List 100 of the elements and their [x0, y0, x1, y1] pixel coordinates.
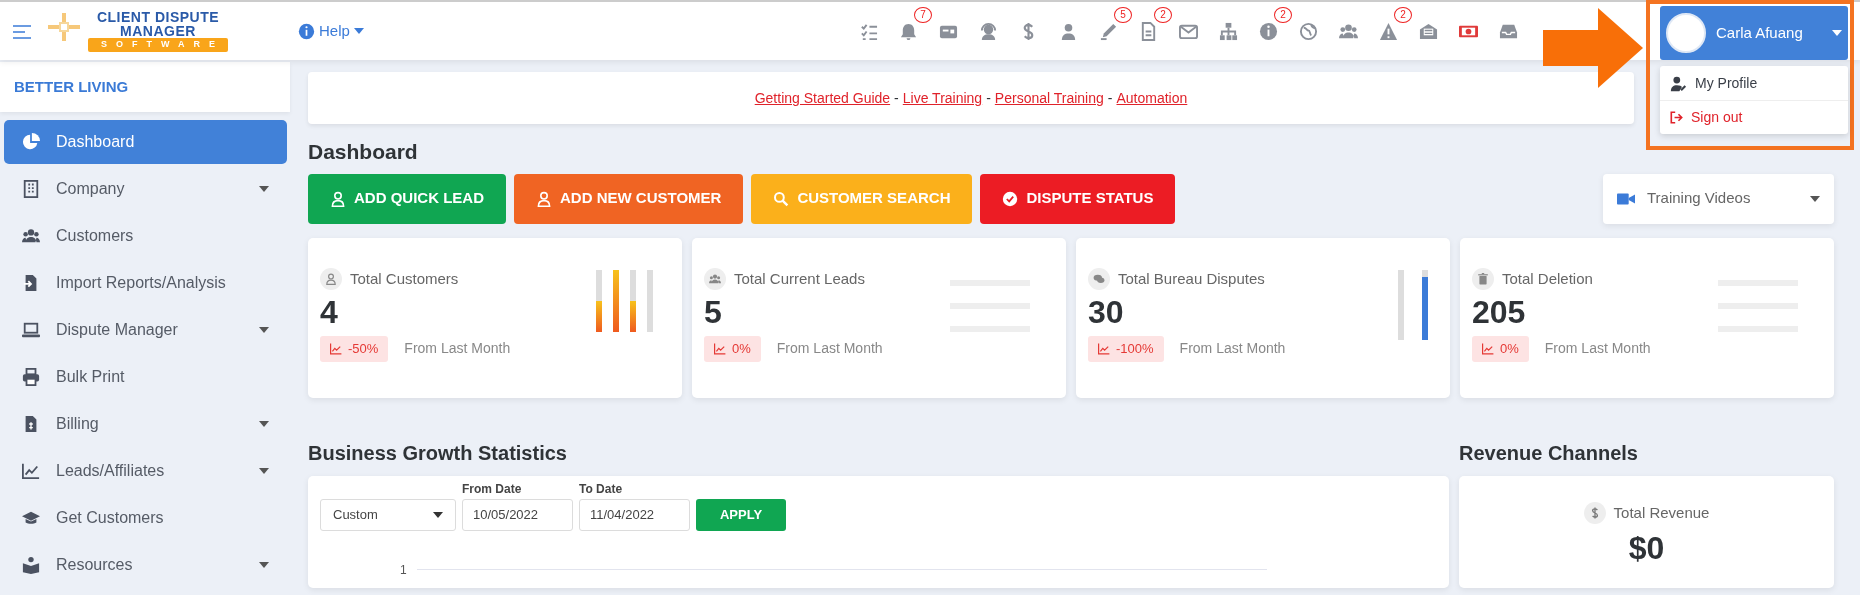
action-button[interactable]: ADD QUICK LEAD — [308, 173, 506, 224]
laptop-icon — [22, 321, 40, 339]
mini-bar-drawing — [596, 269, 654, 332]
section-title: Business Growth Statistics — [308, 440, 568, 466]
stat-value: 205 — [1472, 293, 1526, 332]
user-icon — [325, 272, 337, 285]
stat-note: From Last Month — [1179, 339, 1286, 359]
change-badge: 0% — [704, 336, 761, 362]
user-icon — [536, 190, 552, 207]
sidebar-item[interactable]: Customers — [4, 214, 287, 258]
stat-value: 4 — [320, 293, 338, 332]
to-date-field[interactable]: 11/04/2022 — [579, 498, 690, 531]
sidebar-item[interactable]: Leads/Affiliates — [4, 449, 287, 493]
change-badge: 0% — [1472, 336, 1529, 362]
training-videos-dropdown[interactable]: Training Videos — [1603, 173, 1834, 224]
line-chart-icon — [22, 462, 40, 480]
logo-text: MANAGER — [119, 24, 197, 39]
guide-link[interactable]: Personal Training — [994, 87, 1104, 109]
sidebar-item[interactable]: Company — [4, 167, 287, 211]
sidebar-item[interactable]: Billing — [4, 402, 287, 446]
stat-label: Total Current Leads — [734, 268, 865, 289]
range-select[interactable]: Custom — [320, 498, 456, 531]
caret-icon — [353, 28, 364, 34]
info-icon — [1258, 21, 1278, 41]
users-icon — [709, 272, 721, 285]
section-title: Revenue Channels — [1459, 440, 1639, 466]
printer-icon — [22, 368, 40, 386]
guide-link[interactable]: Automation — [1116, 87, 1188, 109]
stat-value: 30 — [1088, 293, 1124, 332]
pie-chart-icon — [22, 133, 40, 151]
profile-button[interactable]: Carla Afuang — [1660, 6, 1848, 60]
axis-label: 1 — [400, 561, 407, 579]
notification-badge: 2 — [1274, 7, 1292, 23]
sidebar-item[interactable]: Dashboard — [4, 120, 287, 164]
sidebar-item[interactable]: Get Customers — [4, 496, 287, 540]
pen-icon — [1098, 21, 1118, 41]
warning-icon — [1378, 21, 1398, 41]
notification-badge: 5 — [1114, 7, 1132, 23]
menu-item[interactable]: Sign out — [1660, 100, 1848, 134]
notification-badge: 2 — [1154, 7, 1172, 23]
user-edit-icon — [1670, 74, 1687, 92]
stat-label: Total Customers — [350, 268, 459, 289]
mini-bar-drawing — [1398, 269, 1428, 340]
trend-icon — [330, 342, 342, 355]
guide-link[interactable]: Getting Started Guide — [754, 87, 891, 109]
info-icon — [298, 22, 315, 40]
sidebar-item[interactable]: Resources — [4, 543, 287, 587]
page-title: Dashboard — [308, 139, 419, 165]
stat-note: From Last Month — [404, 339, 511, 359]
sidebar-item[interactable]: Bulk Print — [4, 355, 287, 399]
separator-text: - — [894, 88, 899, 108]
chat-icon — [1093, 272, 1105, 285]
users-icon — [1338, 21, 1358, 41]
graduation-cap-icon — [22, 509, 40, 527]
sitemap-icon — [1218, 21, 1238, 41]
sign-out-icon — [1670, 111, 1683, 124]
menu-icon — [12, 23, 32, 40]
logo-text: CLIENT DISPUTE — [95, 10, 221, 25]
sidebar-item[interactable]: Import Reports/Analysis — [4, 261, 287, 305]
help-menu[interactable]: Help — [292, 18, 370, 44]
from-date-field[interactable]: 10/05/2022 — [462, 498, 573, 531]
revenue-label: Total Revenue — [1613, 502, 1710, 523]
headset-icon — [978, 21, 998, 41]
envelope-icon — [1418, 21, 1438, 41]
trash-icon — [1477, 272, 1489, 285]
notification-badge: 2 — [1394, 7, 1412, 23]
building-icon — [22, 180, 40, 198]
notification-badge: 7 — [914, 7, 932, 23]
action-button[interactable]: DISPUTE STATUS — [980, 173, 1176, 224]
change-badge: -100% — [1088, 336, 1164, 362]
field-label: To Date — [579, 480, 624, 498]
trend-icon — [1482, 342, 1494, 355]
check-icon — [1002, 190, 1019, 207]
separator-text: - — [1107, 88, 1113, 108]
stat-note: From Last Month — [776, 339, 883, 359]
caret-icon — [433, 511, 443, 518]
stat-label: Total Bureau Disputes — [1118, 268, 1265, 289]
menu-item[interactable]: My Profile — [1660, 66, 1848, 100]
logo-banner: SOFTWARE — [88, 38, 228, 52]
caret-icon — [1832, 30, 1842, 36]
guide-link[interactable]: Live Training — [902, 87, 983, 109]
stat-value: 5 — [704, 293, 722, 332]
bell-icon — [898, 21, 918, 41]
caret-icon — [1810, 195, 1820, 202]
search-icon — [773, 190, 790, 207]
user-icon — [330, 190, 346, 207]
action-button[interactable]: ADD NEW CUSTOMER — [514, 173, 744, 224]
company-name: BETTER LIVING — [0, 62, 290, 112]
trend-icon — [714, 342, 726, 355]
book-icon — [22, 556, 40, 574]
separator-text: - — [986, 88, 991, 108]
trend-icon — [1098, 342, 1110, 355]
change-badge: -50% — [320, 336, 389, 362]
sidebar-item[interactable]: Dispute Manager — [4, 308, 287, 352]
users-icon — [22, 227, 40, 245]
avatar-icon — [1666, 13, 1706, 53]
stat-note: From Last Month — [1544, 339, 1651, 359]
field-label: From Date — [462, 480, 523, 498]
revenue-value: $0 — [1628, 529, 1665, 568]
apply-button[interactable]: APPLY — [696, 498, 786, 531]
